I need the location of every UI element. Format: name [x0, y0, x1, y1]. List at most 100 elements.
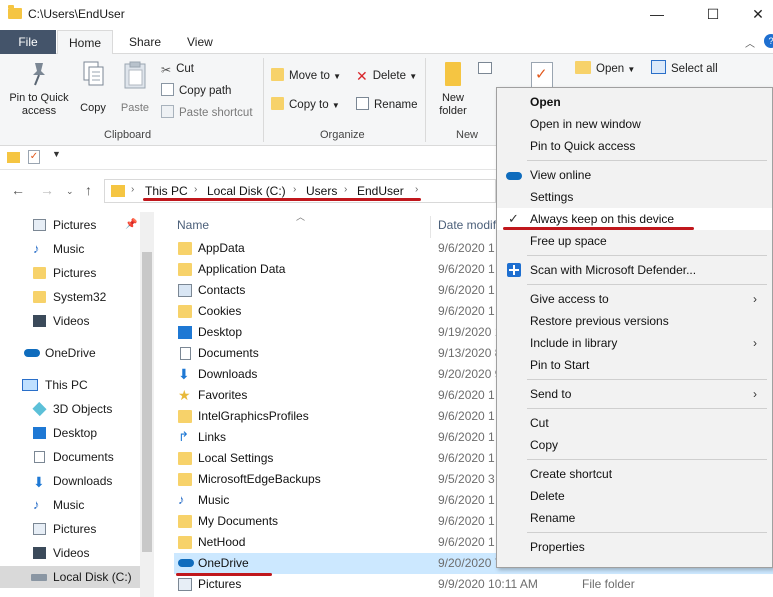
nav-item-downloads[interactable]: ⬇ Downloads	[0, 470, 140, 492]
paste-shortcut-button[interactable]: Paste shortcut	[161, 103, 253, 123]
pin-to-quick-access-button[interactable]: Pin to Quick access	[4, 60, 74, 118]
menu-item-rename[interactable]: Rename	[497, 507, 772, 529]
menu-item-pin-quick-access[interactable]: Pin to Quick access	[497, 135, 772, 157]
nav-item-label: System32	[53, 290, 107, 304]
menu-item-delete[interactable]: Delete	[497, 485, 772, 507]
menu-item-create-shortcut[interactable]: Create shortcut	[497, 463, 772, 485]
copy-label: Copy	[80, 102, 106, 114]
new-item-icon[interactable]	[478, 62, 492, 74]
delete-label: Delete	[372, 70, 406, 82]
shortcut-folder-icon	[178, 452, 192, 465]
file-name: NetHood	[198, 535, 246, 549]
nav-item-3d-objects[interactable]: 3D Objects	[0, 398, 140, 420]
file-date: 9/6/2020 1	[438, 430, 495, 444]
menu-item-scan-defender[interactable]: Scan with Microsoft Defender...	[497, 259, 772, 281]
breadcrumb-local-disk[interactable]: Local Disk (C:)	[207, 184, 286, 198]
open-folder-icon	[575, 61, 591, 74]
nav-item-pictures[interactable]: Pictures	[0, 262, 140, 284]
select-all-button[interactable]: Select all	[651, 59, 718, 79]
copy-to-icon	[271, 97, 284, 110]
new-folder-button[interactable]: New folder	[434, 62, 472, 118]
submenu-arrow-icon: ›	[753, 387, 757, 401]
nav-item-onedrive[interactable]: OneDrive	[0, 342, 140, 364]
ribbon-tabs: File Home Share View ︿ ?	[0, 30, 773, 55]
copy-path-button[interactable]: Copy path	[161, 81, 231, 101]
menu-item-open[interactable]: Open	[497, 91, 772, 113]
tab-home[interactable]: Home	[57, 30, 114, 55]
column-divider[interactable]	[430, 216, 431, 238]
menu-item-send-to[interactable]: Send to ›	[497, 383, 772, 405]
properties-check-icon[interactable]: ✓	[531, 62, 553, 88]
scrollbar-thumb[interactable]	[142, 252, 152, 552]
file-date: 9/6/2020 1	[438, 493, 495, 507]
pictures-icon	[33, 523, 46, 535]
qat-folder-icon[interactable]	[7, 152, 20, 163]
menu-item-view-online[interactable]: View online	[497, 164, 772, 186]
navigation-scrollbar[interactable]	[140, 212, 154, 597]
nav-item-this-pc[interactable]: This PC	[0, 374, 140, 396]
menu-item-settings[interactable]: Settings	[497, 186, 772, 208]
collapse-ribbon-icon[interactable]: ︿	[745, 35, 755, 50]
help-icon[interactable]: ?	[764, 34, 773, 48]
menu-item-cut[interactable]: Cut	[497, 412, 772, 434]
pin-icon[interactable]: 📌	[125, 214, 137, 236]
nav-item-label: Music	[53, 498, 85, 512]
open-button[interactable]: Open ▼	[575, 59, 635, 79]
nav-item-documents[interactable]: Documents	[0, 446, 140, 468]
nav-item-videos[interactable]: Videos	[0, 310, 140, 332]
menu-item-include-library[interactable]: Include in library ›	[497, 332, 772, 354]
nav-item-local-disk[interactable]: Local Disk (C:)	[0, 566, 140, 588]
nav-item-system32[interactable]: System32	[0, 286, 140, 308]
column-header-name[interactable]: Name	[177, 218, 209, 232]
close-button[interactable]: ✕	[735, 0, 773, 30]
documents-icon	[34, 451, 45, 463]
menu-item-open-new-window[interactable]: Open in new window	[497, 113, 772, 135]
delete-button[interactable]: ✕ Delete ▼	[356, 66, 417, 86]
menu-item-restore-versions[interactable]: Restore previous versions	[497, 310, 772, 332]
copy-button[interactable]: Copy	[76, 60, 110, 115]
forward-arrow-icon[interactable]: →	[40, 182, 54, 198]
menu-item-properties[interactable]: Properties	[497, 536, 772, 558]
menu-item-copy[interactable]: Copy	[497, 434, 772, 456]
file-name: Cookies	[198, 304, 242, 318]
up-arrow-icon[interactable]: ↑	[85, 182, 92, 198]
folder-icon	[33, 291, 46, 303]
file-row[interactable]: Pictures 9/9/2020 10:11 AM File folder	[174, 574, 773, 595]
maximize-button[interactable]: ☐	[690, 0, 736, 30]
nav-item-pictures-pc[interactable]: Pictures	[0, 518, 140, 540]
folder-icon	[178, 410, 192, 423]
nav-item-desktop[interactable]: Desktop	[0, 422, 140, 444]
nav-item-videos-pc[interactable]: Videos	[0, 542, 140, 564]
minimize-button[interactable]: —	[634, 0, 680, 30]
file-name: Pictures	[198, 577, 242, 591]
rename-label: Rename	[374, 99, 418, 111]
column-header-date[interactable]: Date modifi	[438, 218, 499, 232]
nav-item-music[interactable]: ♪ Music	[0, 238, 140, 260]
menu-item-pin-to-start[interactable]: Pin to Start	[497, 354, 772, 376]
recent-locations-chevron-icon[interactable]: ⌄	[66, 186, 74, 197]
tab-view[interactable]: View	[176, 30, 224, 54]
sort-ascending-icon: ︿	[296, 212, 306, 222]
breadcrumb-this-pc[interactable]: This PC	[145, 184, 188, 198]
menu-separator	[527, 284, 767, 285]
paste-button[interactable]: Paste	[116, 60, 154, 115]
tab-file[interactable]: File	[0, 30, 56, 54]
paste-label: Paste	[120, 102, 150, 114]
breadcrumb-users[interactable]: Users	[306, 184, 337, 198]
breadcrumb-enduser[interactable]: EndUser	[357, 184, 404, 198]
paste-shortcut-label: Paste shortcut	[179, 107, 253, 119]
copy-path-icon	[161, 83, 174, 96]
folder-icon	[178, 473, 192, 486]
qat-properties-icon[interactable]: ✓	[28, 150, 40, 164]
copy-to-button[interactable]: Copy to ▼	[271, 95, 340, 115]
nav-item-pictures-pinned[interactable]: Pictures 📌	[0, 214, 140, 236]
cut-button[interactable]: ✂ Cut	[161, 59, 194, 79]
menu-item-free-up-space[interactable]: Free up space	[497, 230, 772, 252]
rename-button[interactable]: Rename	[356, 95, 417, 115]
qat-customize-icon[interactable]: ▼	[52, 149, 61, 159]
menu-item-give-access[interactable]: Give access to ›	[497, 288, 772, 310]
back-arrow-icon[interactable]: ←	[11, 182, 25, 198]
tab-share[interactable]: Share	[118, 30, 172, 54]
nav-item-music-pc[interactable]: ♪ Music	[0, 494, 140, 516]
move-to-button[interactable]: Move to ▼	[271, 66, 341, 86]
